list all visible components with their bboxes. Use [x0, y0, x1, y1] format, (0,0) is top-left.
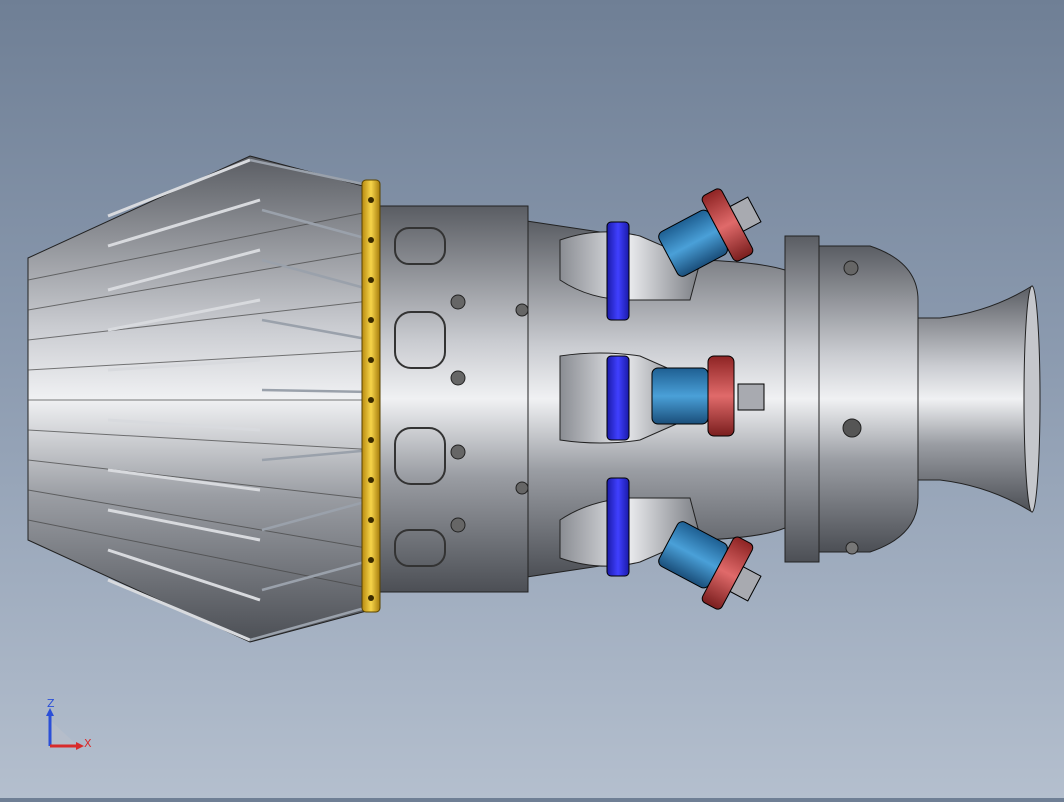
- axis-triad: Z X: [38, 697, 98, 758]
- triad-plane: [50, 720, 78, 746]
- main-casing: [377, 205, 529, 593]
- x-axis-arrow: [76, 742, 84, 750]
- clamp-ring: [361, 179, 381, 613]
- cad-viewport[interactable]: [0, 0, 1064, 798]
- chamber-dome: [784, 235, 919, 563]
- x-axis-label: X: [84, 737, 92, 750]
- engine-model[interactable]: [0, 0, 1064, 798]
- exhaust-nozzle: [904, 285, 1041, 513]
- blue-flanges: [606, 221, 630, 577]
- z-axis-label: Z: [47, 698, 55, 710]
- inlet-cone: [27, 155, 379, 643]
